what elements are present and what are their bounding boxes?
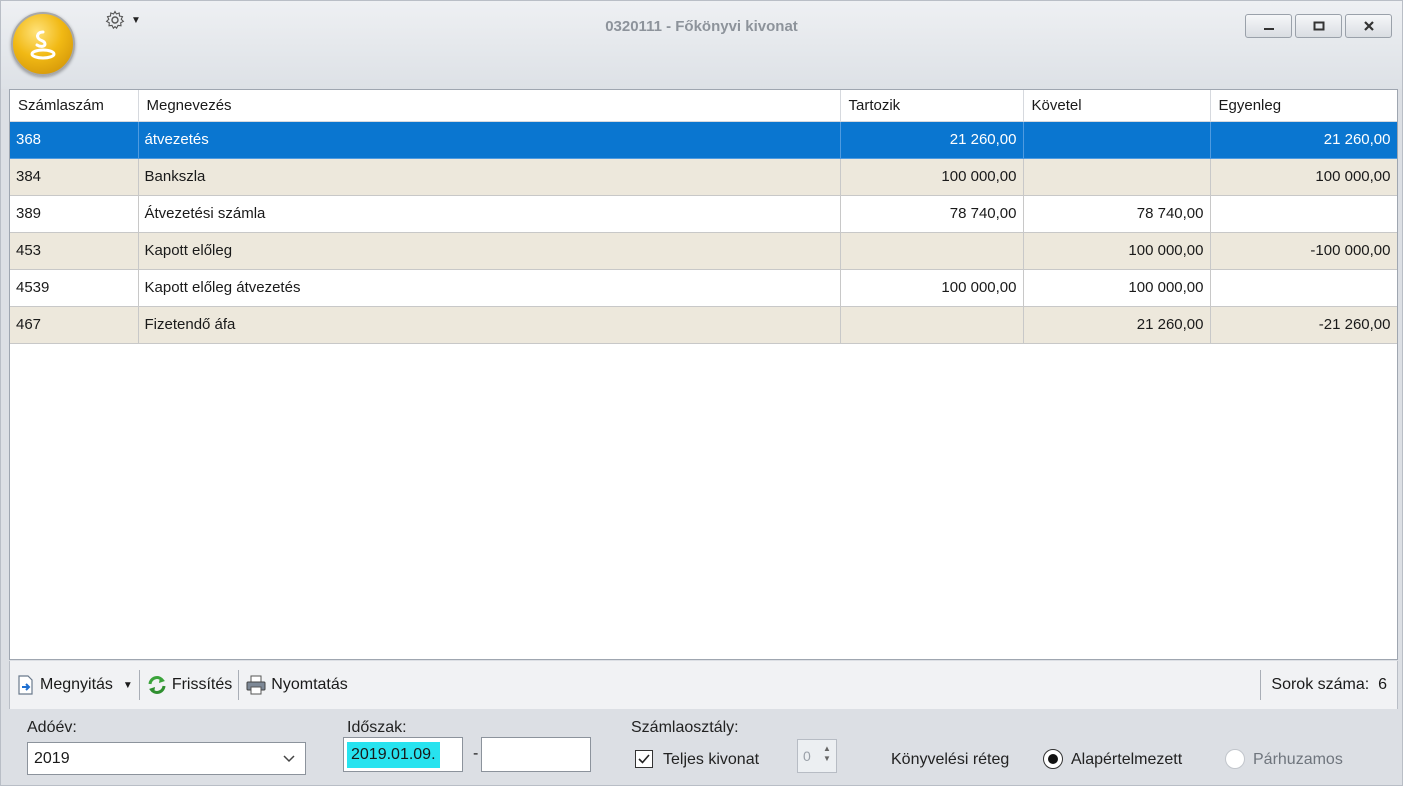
rows-count-area: Sorok száma: 6 bbox=[1260, 668, 1397, 702]
year-label: Adóév: bbox=[27, 719, 77, 736]
printer-icon bbox=[246, 675, 266, 695]
cell-name: Kapott előleg átvezetés bbox=[138, 269, 841, 307]
open-button[interactable]: Megnyitás ▼ bbox=[10, 668, 139, 702]
cell-debit: 78 740,00 bbox=[840, 195, 1024, 233]
cell-debit bbox=[840, 306, 1024, 344]
minimize-icon bbox=[1263, 28, 1274, 30]
ledger-grid[interactable]: Számlaszám Megnevezés Tartozik Követel E… bbox=[9, 89, 1398, 660]
rows-count-text: Sorok száma: bbox=[1271, 676, 1370, 693]
column-header-name[interactable]: Megnevezés bbox=[138, 90, 841, 122]
cell-debit: 100 000,00 bbox=[840, 269, 1024, 307]
layer-parallel-radio[interactable] bbox=[1225, 749, 1245, 769]
column-header-balance[interactable]: Egyenleg bbox=[1210, 90, 1397, 122]
cell-credit: 100 000,00 bbox=[1023, 269, 1211, 307]
cell-account-number: 389 bbox=[10, 195, 139, 233]
period-separator: - bbox=[473, 745, 479, 762]
main-window: ▼ 0320111 - Főkönyvi kivonat Számlaszám bbox=[0, 0, 1403, 786]
grid-toolbar: Megnyitás ▼ Frissítés Nyomtatás Sorok sz… bbox=[9, 661, 1398, 709]
table-row[interactable]: 368 átvezetés 21 260,00 21 260,00 bbox=[10, 121, 1397, 159]
cell-name: Átvezetési számla bbox=[138, 195, 841, 233]
cell-debit: 100 000,00 bbox=[840, 158, 1024, 196]
cell-balance: 21 260,00 bbox=[1210, 121, 1397, 159]
table-row[interactable]: 467 Fizetendő áfa 21 260,00 -21 260,00 bbox=[10, 306, 1397, 344]
account-class-value: 0 bbox=[803, 748, 811, 764]
cell-credit bbox=[1023, 158, 1211, 196]
cell-name: átvezetés bbox=[138, 121, 841, 159]
year-dropdown[interactable]: 2019 bbox=[27, 742, 306, 775]
cell-balance: -21 260,00 bbox=[1210, 306, 1397, 344]
table-row[interactable]: 453 Kapott előleg 100 000,00 -100 000,00 bbox=[10, 232, 1397, 270]
period-to-input[interactable] bbox=[481, 737, 591, 772]
layer-parallel-label: Párhuzamos bbox=[1253, 751, 1343, 768]
refresh-icon bbox=[148, 676, 166, 694]
refresh-button-label: Frissítés bbox=[171, 676, 233, 693]
column-header-account-number[interactable]: Számlaszám bbox=[10, 90, 139, 122]
maximize-icon bbox=[1313, 21, 1324, 31]
year-value: 2019 bbox=[34, 750, 70, 767]
cell-name: Fizetendő áfa bbox=[138, 306, 841, 344]
table-row[interactable]: 4539 Kapott előleg átvezetés 100 000,00 … bbox=[10, 269, 1397, 307]
full-statement-checkbox[interactable] bbox=[635, 750, 653, 768]
toolbar-divider bbox=[1260, 670, 1262, 700]
window-title: 0320111 - Főkönyvi kivonat bbox=[605, 18, 798, 35]
cell-balance: -100 000,00 bbox=[1210, 232, 1397, 270]
close-icon bbox=[1363, 21, 1374, 31]
cell-credit bbox=[1023, 121, 1211, 159]
table-row[interactable]: 389 Átvezetési számla 78 740,00 78 740,0… bbox=[10, 195, 1397, 233]
column-header-credit[interactable]: Követel bbox=[1023, 90, 1211, 122]
period-from-value: 2019.01.09. bbox=[347, 742, 440, 768]
chevron-down-icon bbox=[283, 755, 295, 763]
document-open-icon bbox=[18, 675, 33, 695]
close-button[interactable] bbox=[1345, 14, 1392, 38]
cell-account-number: 4539 bbox=[10, 269, 139, 307]
cell-account-number: 453 bbox=[10, 232, 139, 270]
grid-header-row: Számlaszám Megnevezés Tartozik Követel E… bbox=[10, 90, 1397, 122]
ledger-table: Számlaszám Megnevezés Tartozik Követel E… bbox=[10, 90, 1397, 344]
window-controls bbox=[1245, 14, 1392, 38]
cell-debit: 21 260,00 bbox=[840, 121, 1024, 159]
spinner-arrows-icon[interactable]: ▲ ▼ bbox=[820, 744, 834, 768]
full-statement-label: Teljes kivonat bbox=[663, 751, 760, 768]
rows-count-label: Sorok száma: 6 bbox=[1271, 676, 1397, 694]
cell-credit: 21 260,00 bbox=[1023, 306, 1211, 344]
table-row[interactable]: 384 Bankszla 100 000,00 100 000,00 bbox=[10, 158, 1397, 196]
cell-debit bbox=[840, 232, 1024, 270]
account-class-spinner[interactable]: 0 ▲ ▼ bbox=[797, 739, 837, 773]
print-button[interactable]: Nyomtatás bbox=[239, 668, 353, 702]
cell-credit: 78 740,00 bbox=[1023, 195, 1211, 233]
cell-name: Bankszla bbox=[138, 158, 841, 196]
cell-account-number: 368 bbox=[10, 121, 139, 159]
title-bar: ▼ 0320111 - Főkönyvi kivonat bbox=[1, 1, 1402, 89]
refresh-button[interactable]: Frissítés bbox=[140, 668, 238, 702]
filter-panel: Adóév: 2019 Időszak: 2019.01.09. - Száml… bbox=[9, 709, 1398, 783]
period-from-input[interactable]: 2019.01.09. bbox=[343, 737, 463, 772]
minimize-button[interactable] bbox=[1245, 14, 1292, 38]
chevron-down-icon[interactable]: ▼ bbox=[123, 680, 133, 691]
cell-credit: 100 000,00 bbox=[1023, 232, 1211, 270]
cell-balance: 100 000,00 bbox=[1210, 158, 1397, 196]
column-header-debit[interactable]: Tartozik bbox=[840, 90, 1024, 122]
period-label: Időszak: bbox=[347, 719, 407, 736]
cell-balance bbox=[1210, 269, 1397, 307]
maximize-button[interactable] bbox=[1295, 14, 1342, 38]
layer-default-radio[interactable] bbox=[1043, 749, 1063, 769]
open-button-label: Megnyitás bbox=[40, 676, 113, 693]
account-class-label: Számlaosztály: bbox=[631, 719, 739, 736]
cell-balance bbox=[1210, 195, 1397, 233]
rows-count-value: 6 bbox=[1378, 676, 1387, 693]
cell-account-number: 384 bbox=[10, 158, 139, 196]
cell-name: Kapott előleg bbox=[138, 232, 841, 270]
cell-account-number: 467 bbox=[10, 306, 139, 344]
ledger-layer-label: Könyvelési réteg bbox=[891, 751, 1010, 768]
print-button-label: Nyomtatás bbox=[271, 676, 348, 693]
layer-default-label: Alapértelmezett bbox=[1071, 751, 1183, 768]
checkmark-icon bbox=[638, 754, 650, 764]
